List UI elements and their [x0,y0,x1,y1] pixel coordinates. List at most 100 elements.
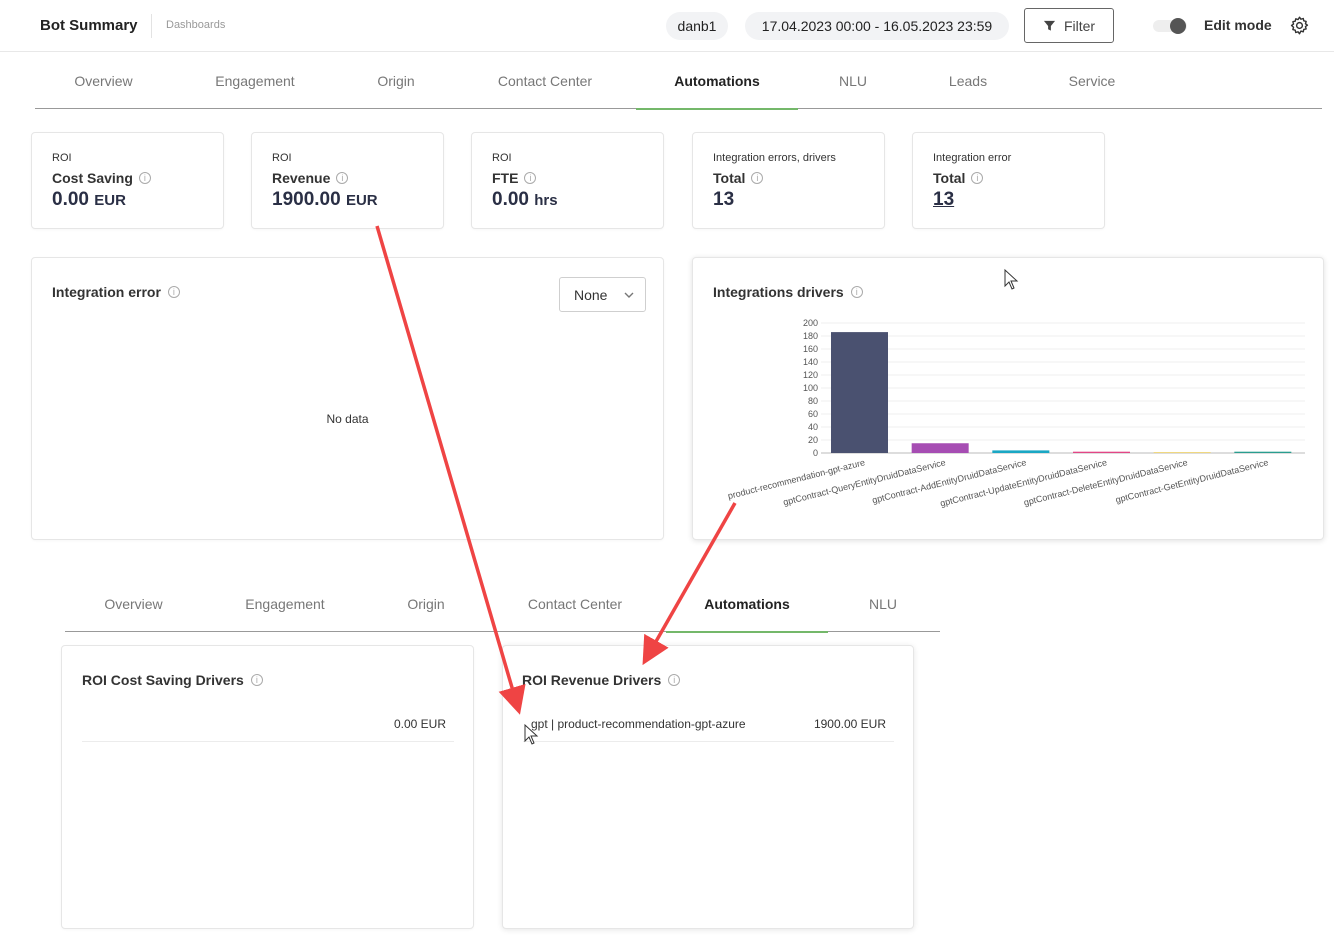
tab-nlu[interactable]: NLU [810,53,896,109]
kpi-caption: ROI [52,152,72,164]
info-icon[interactable]: i [250,674,263,686]
kpi-caption: ROI [272,152,292,164]
tab-bar-lower: Overview Engagement Origin Contact Cente… [65,576,940,633]
tab-contact-center[interactable]: Contact Center [475,53,615,109]
kpi-value-number: 13 [713,189,735,210]
card-title: ROI Revenue Drivers i [522,672,681,688]
kpi-value: 0.00 EUR [52,189,126,211]
roi-cost-saving-drivers-card: ROI Cost Saving Drivers i 0.00 EUR [61,645,474,929]
toggle-knob [1170,18,1186,34]
card-title: Integration error i [52,284,180,300]
chart-bar[interactable] [1234,451,1292,453]
kpi-label-text: Total [713,170,746,186]
kpi-label: Revenue i [272,170,349,186]
y-tick-label: 160 [803,344,818,354]
roi-revenue-drivers-card: ROI Revenue Drivers i gpt | product-recom… [502,645,914,929]
info-icon[interactable]: i [138,172,151,184]
y-tick-label: 60 [808,409,818,419]
kpi-value: 0.00 hrs [492,189,558,211]
y-tick-label: 80 [808,396,818,406]
kpi-label-text: Revenue [272,170,331,186]
kpi-label: Cost Saving i [52,170,151,186]
tab-engagement[interactable]: Engagement [214,576,356,632]
y-tick-label: 40 [808,422,818,432]
tab-origin[interactable]: Origin [375,576,477,632]
kpi-value: 1900.00 EUR [272,189,378,211]
tab-nlu[interactable]: NLU [840,576,926,632]
kpi-label-text: Total [933,170,966,186]
kpi-value-unit: EUR [345,192,378,209]
integration-error-card: Integration error i None No data [31,257,664,540]
row-name: gpt | product-recommendation-gpt-azure [531,717,746,731]
y-tick-label: 0 [813,448,818,458]
edit-mode-label: Edit mode [1204,17,1272,33]
kpi-caption: Integration errors, drivers [713,152,836,164]
y-tick-label: 120 [803,370,818,380]
kpi-value-unit: EUR [94,192,126,209]
header-divider [151,14,152,38]
kpi-value-number: 1900.00 [272,189,341,210]
kpi-label-text: Cost Saving [52,170,133,186]
bot-selector[interactable]: danb1 [666,12,728,40]
kpi-label: Total i [933,170,984,186]
tab-engagement[interactable]: Engagement [184,53,326,109]
info-icon[interactable]: i [336,172,349,184]
tab-service[interactable]: Service [1040,53,1144,109]
card-title-text: ROI Revenue Drivers [522,672,662,688]
info-icon[interactable]: i [167,286,180,298]
filter-icon [1043,20,1056,31]
tab-automations[interactable]: Automations [636,53,798,110]
kpi-label: FTE i [492,170,537,186]
table-row: 0.00 EUR [82,708,454,742]
kpi-caption: Integration error [933,152,1012,164]
kpi-label-text: FTE [492,170,519,186]
kpi-value-unit: hrs [534,192,558,209]
page-title: Bot Summary [40,17,138,34]
integrations-drivers-card: Integrations drivers i 0 20 40 60 80 100 120 140… [692,257,1324,540]
kpi-fte: ROI FTE i 0.00 hrs [471,132,664,229]
tab-origin[interactable]: Origin [345,53,447,109]
row-value: 0.00 EUR [393,717,446,731]
y-tick-label: 140 [803,357,818,367]
kpi-value-link[interactable]: 13 [933,189,954,211]
info-icon[interactable]: i [971,172,984,184]
tab-bar: Overview Engagement Origin Contact Cente… [35,53,1322,110]
y-tick-label: 180 [803,331,818,341]
integrations-drivers-chart: 020406080100120140160180200product-recom… [727,318,1305,508]
card-title-text: ROI Cost Saving Drivers [82,672,244,688]
x-tick-label: gptContract-GetEntityDruidDataService [1114,457,1269,505]
kpi-cost-saving: ROI Cost Saving i 0.00 EUR [31,132,224,229]
kpi-value: 13 [713,189,734,211]
info-icon[interactable]: i [668,674,681,686]
date-range-picker[interactable]: 17.04.2023 00:00 - 16.05.2023 23:59 [745,12,1009,40]
select-value: None [574,287,608,303]
chart-bar[interactable] [831,332,888,453]
info-icon[interactable]: i [751,172,764,184]
info-icon[interactable]: i [524,172,537,184]
y-tick-label: 100 [803,383,818,393]
top-bar: Bot Summary Dashboards danb1 17.04.2023 … [0,0,1334,52]
row-value: 1900.00 EUR [813,717,886,731]
chart-bar[interactable] [1153,452,1211,453]
kpi-integration-error: Integration error Total i 13 [912,132,1105,229]
filter-button[interactable]: Filter [1024,8,1114,43]
tab-overview[interactable]: Overview [35,53,172,109]
tab-leads[interactable]: Leads [925,53,1011,109]
edit-mode-toggle[interactable] [1153,18,1187,34]
kpi-revenue: ROI Revenue i 1900.00 EUR [251,132,444,229]
chart-bar[interactable] [911,443,969,453]
tab-overview[interactable]: Overview [65,576,202,632]
kpi-value-number: 0.00 [52,189,89,210]
tab-contact-center[interactable]: Contact Center [505,576,645,632]
tab-automations[interactable]: Automations [666,576,828,633]
gear-icon[interactable] [1289,15,1310,36]
y-tick-label: 200 [803,318,818,328]
kpi-value-number: 0.00 [492,189,529,210]
kpi-integration-errors-drivers: Integration errors, drivers Total i 13 [692,132,885,229]
breadcrumb[interactable]: Dashboards [166,19,225,31]
chart-bar[interactable] [1073,451,1130,453]
breakdown-select[interactable]: None [559,277,646,312]
kpi-caption: ROI [492,152,512,164]
chart-bar[interactable] [992,450,1050,453]
table-row[interactable]: gpt | product-recommendation-gpt-azure 1… [523,708,894,742]
